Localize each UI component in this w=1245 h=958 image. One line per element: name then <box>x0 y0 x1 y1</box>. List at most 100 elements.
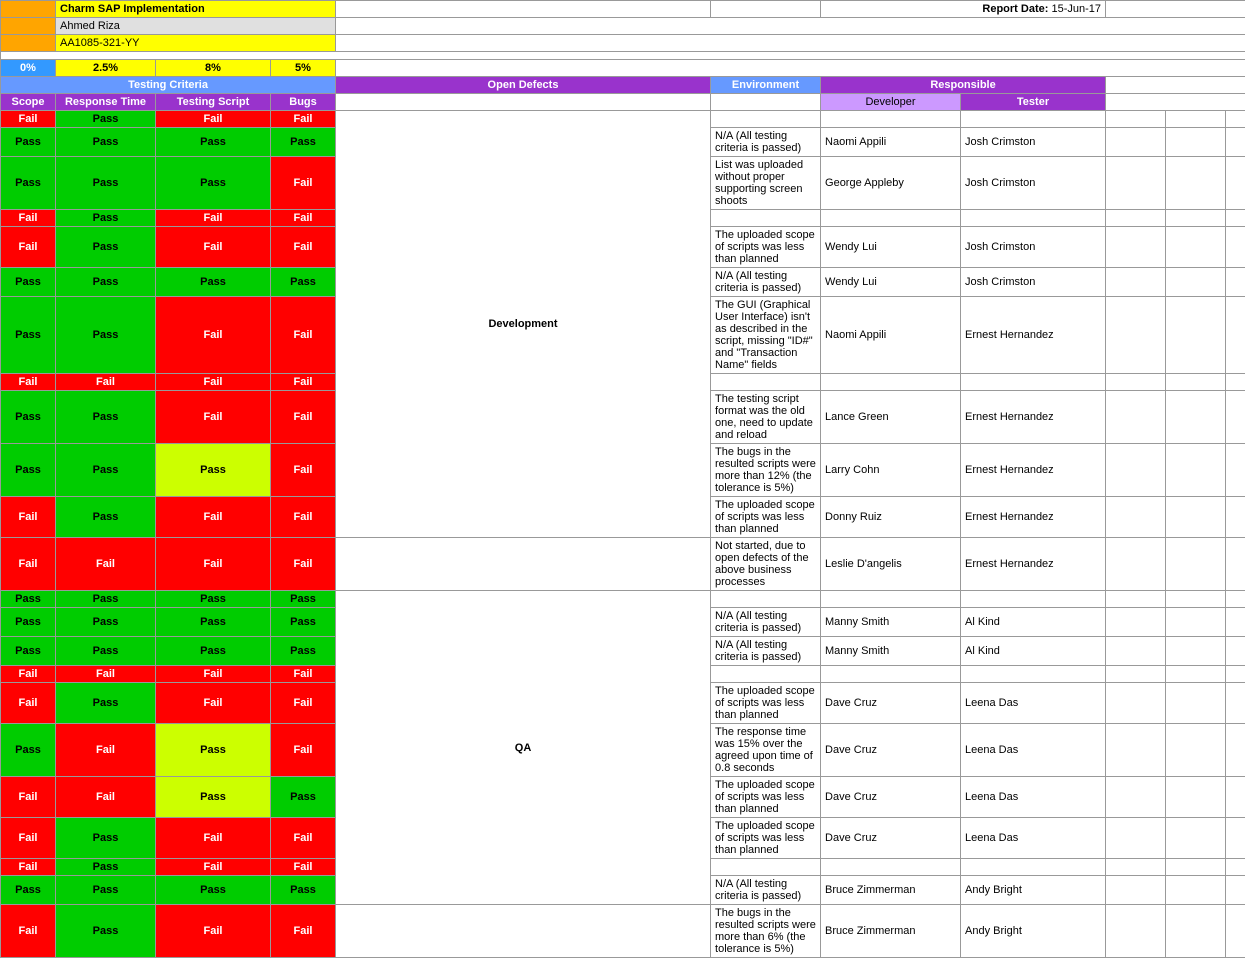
extra-cell <box>1166 374 1226 391</box>
bugs-cell: Fail <box>271 157 336 210</box>
tester-cell: Leena Das <box>961 777 1106 818</box>
tester-cell: Ernest Hernandez <box>961 538 1106 591</box>
developer-cell: Leslie D'angelis <box>821 538 961 591</box>
scope-cell: Fail <box>1 905 56 958</box>
table-row: FailPassFailFailThe bugs in the resulted… <box>1 905 1245 958</box>
pct-25-cell: 2.5% <box>56 60 156 77</box>
developer-cell: Manny Smith <box>821 608 961 637</box>
script-cell: Fail <box>156 497 271 538</box>
pct-empty <box>336 60 1245 77</box>
bugs-cell: Fail <box>271 444 336 497</box>
extra-cell <box>1106 637 1166 666</box>
response-cell: Pass <box>56 157 156 210</box>
extra-cell <box>1226 818 1245 859</box>
defect-cell <box>711 374 821 391</box>
resp-time-header: Response Time <box>56 94 156 111</box>
extra-cell <box>1226 111 1245 128</box>
bugs-cell: Fail <box>271 724 336 777</box>
response-cell: Pass <box>56 591 156 608</box>
defect-cell: The testing script format was the old on… <box>711 391 821 444</box>
bugs-cell: Fail <box>271 538 336 591</box>
response-cell: Fail <box>56 538 156 591</box>
developer-cell: Larry Cohn <box>821 444 961 497</box>
response-cell: Fail <box>56 777 156 818</box>
bugs-cell: Pass <box>271 268 336 297</box>
extra-cell <box>1166 859 1226 876</box>
scope-cell: Pass <box>1 637 56 666</box>
developer-cell: Dave Cruz <box>821 683 961 724</box>
code-cell: AA1085-321-YY <box>56 35 336 52</box>
response-cell: Pass <box>56 637 156 666</box>
extra-sub-headers <box>1106 94 1245 111</box>
testing-criteria-header: Testing Criteria <box>1 77 336 94</box>
extra-cell <box>1106 608 1166 637</box>
tester-cell: Josh Crimston <box>961 227 1106 268</box>
bugs-cell: Pass <box>271 777 336 818</box>
person-row: Ahmed Riza <box>1 18 1245 35</box>
response-cell: Pass <box>56 391 156 444</box>
script-cell: Fail <box>156 666 271 683</box>
extra-cell <box>1106 210 1166 227</box>
developer-cell: Wendy Lui <box>821 227 961 268</box>
extra-cell <box>1226 724 1245 777</box>
scope-cell: Fail <box>1 227 56 268</box>
empty-row2 <box>336 18 1245 35</box>
extra-cell <box>1166 210 1226 227</box>
tester-header: Tester <box>961 94 1106 111</box>
tester-cell: Leena Das <box>961 818 1106 859</box>
script-cell: Pass <box>156 724 271 777</box>
table-row: PassPassPassPassQA <box>1 591 1245 608</box>
response-cell: Pass <box>56 210 156 227</box>
extra-cell <box>1226 268 1245 297</box>
orange-cell <box>1 18 56 35</box>
empty-cell-2 <box>711 1 821 18</box>
defect-cell: The uploaded scope of scripts was less t… <box>711 497 821 538</box>
extra-cell <box>1166 637 1226 666</box>
developer-cell <box>821 210 961 227</box>
main-container: Charm SAP Implementation Report Date: 15… <box>0 0 1245 958</box>
tester-cell: Ernest Hernandez <box>961 497 1106 538</box>
extra-cell <box>1106 227 1166 268</box>
extra-cell <box>1226 608 1245 637</box>
bugs-cell: Fail <box>271 210 336 227</box>
response-cell: Fail <box>56 374 156 391</box>
developer-header: Developer <box>821 94 961 111</box>
project-name-cell: Charm SAP Implementation <box>56 1 336 18</box>
defect-cell: The GUI (Graphical User Interface) isn't… <box>711 297 821 374</box>
extra-cell <box>1106 859 1166 876</box>
person-cell: Ahmed Riza <box>56 18 336 35</box>
defect-empty-header <box>336 94 711 111</box>
tester-cell: Al Kind <box>961 608 1106 637</box>
bugs-cell: Fail <box>271 374 336 391</box>
response-cell: Pass <box>56 268 156 297</box>
script-cell: Fail <box>156 683 271 724</box>
defect-cell: N/A (All testing criteria is passed) <box>711 608 821 637</box>
script-cell: Pass <box>156 128 271 157</box>
pct-5-cell: 5% <box>271 60 336 77</box>
extra-cell <box>1226 591 1245 608</box>
defect-cell: The bugs in the resulted scripts were mo… <box>711 905 821 958</box>
response-cell: Pass <box>56 444 156 497</box>
extra-cell <box>1106 297 1166 374</box>
empty-row <box>1 52 1245 60</box>
environment-header: Environment <box>711 77 821 94</box>
tester-cell <box>961 111 1106 128</box>
extra-cell <box>1166 268 1226 297</box>
scope-cell: Pass <box>1 444 56 497</box>
table-body: Charm SAP Implementation Report Date: 15… <box>1 1 1245 958</box>
response-cell: Pass <box>56 683 156 724</box>
tester-cell: Al Kind <box>961 637 1106 666</box>
bugs-cell: Pass <box>271 608 336 637</box>
table-row: FailFailFailFailNot started, due to open… <box>1 538 1245 591</box>
extra-cell <box>1166 608 1226 637</box>
extra-cell <box>1226 777 1245 818</box>
script-cell: Fail <box>156 210 271 227</box>
pct-0-cell: 0% <box>1 60 56 77</box>
extra-cell <box>1166 724 1226 777</box>
script-cell: Pass <box>156 777 271 818</box>
scope-cell: Fail <box>1 666 56 683</box>
developer-cell: Dave Cruz <box>821 818 961 859</box>
extra-cell <box>1226 128 1245 157</box>
response-cell: Pass <box>56 608 156 637</box>
defect-cell: N/A (All testing criteria is passed) <box>711 637 821 666</box>
